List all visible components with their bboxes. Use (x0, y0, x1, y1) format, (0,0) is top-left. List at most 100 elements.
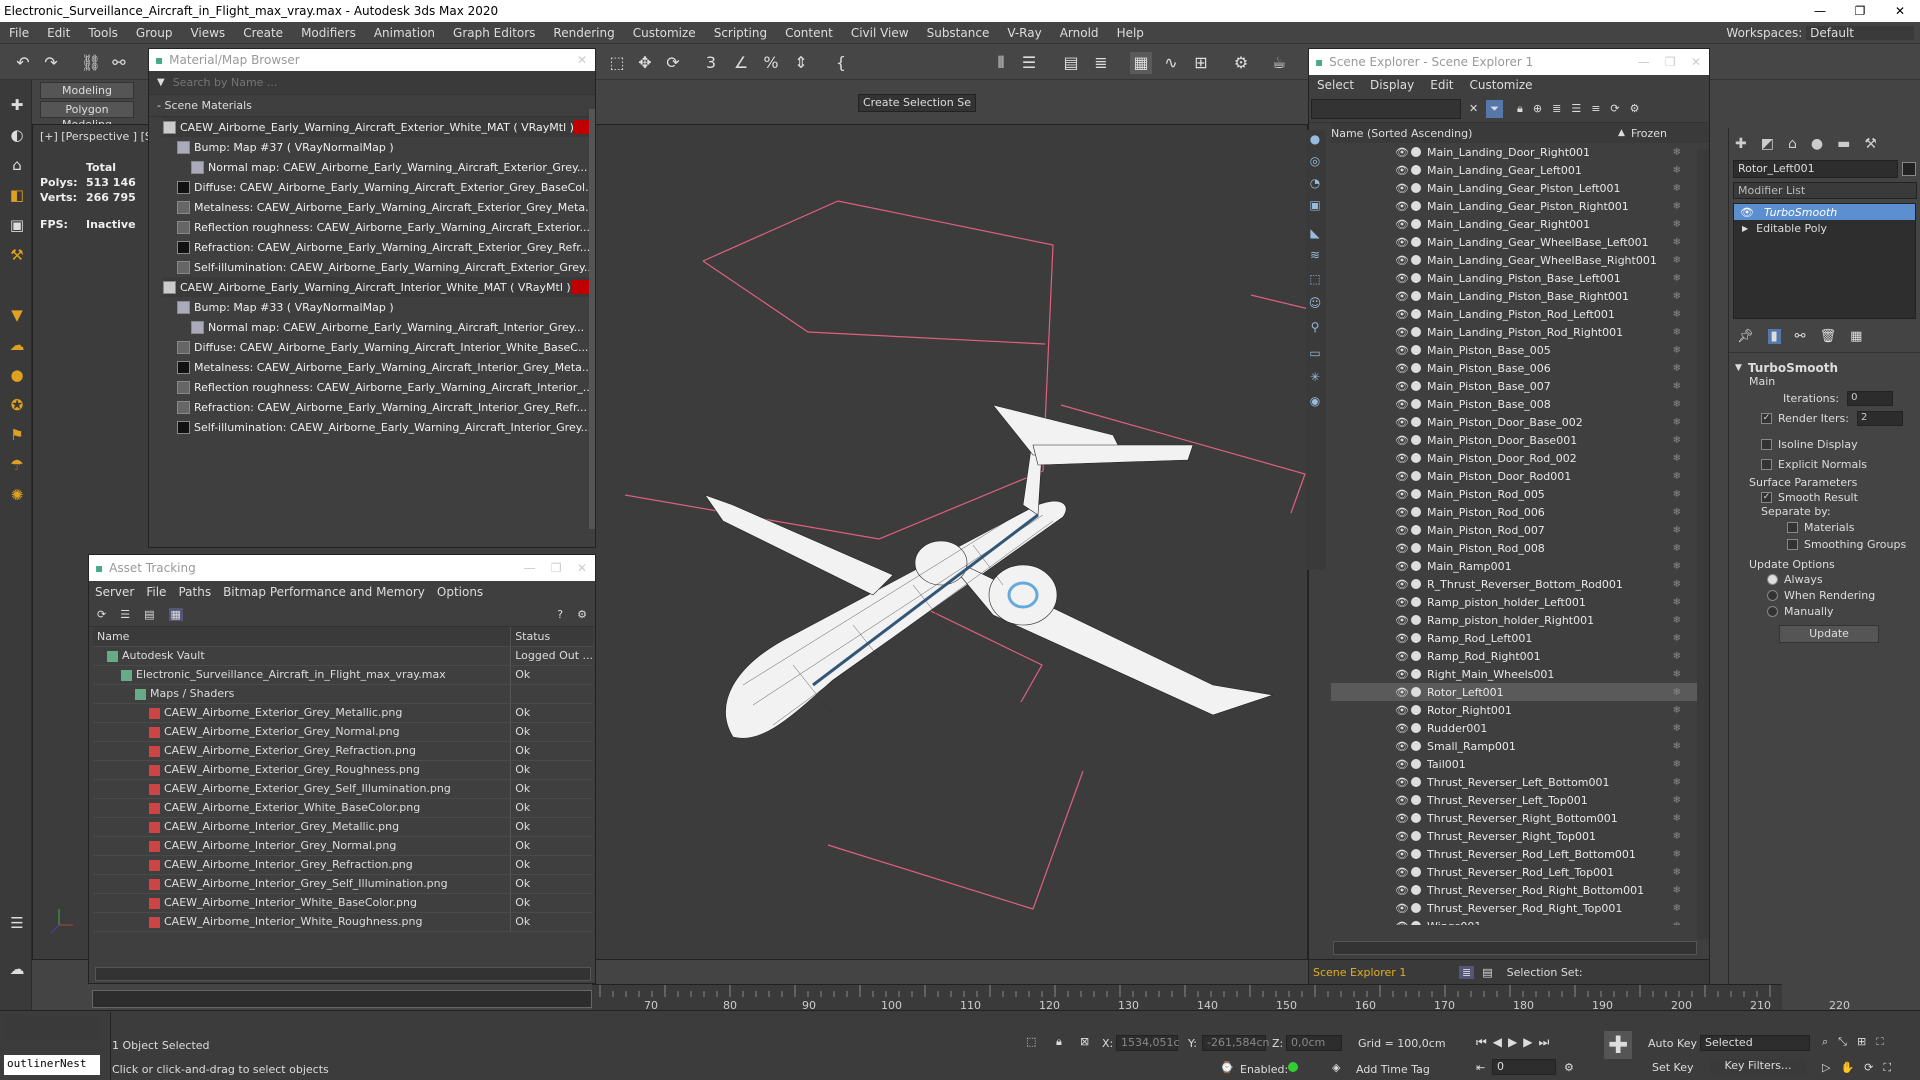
explicit-normals-checkbox[interactable] (1761, 458, 1772, 470)
render-dot-icon[interactable] (1411, 471, 1421, 481)
nav-icons-bottom[interactable]: ▷✋⟳⛶ (1822, 1061, 1901, 1075)
list-item[interactable]: 👁︎ Main_Piston_Rod_007 ❄ (1331, 521, 1709, 539)
visibility-eye-icon[interactable]: 👁︎ (1395, 704, 1409, 717)
horizontal-scrollbar[interactable] (95, 967, 591, 981)
visibility-eye-icon[interactable]: 👁︎ (1395, 308, 1409, 321)
list-item[interactable]: 👁︎ Thrust_Reverser_Right_Top001 ❄ (1331, 827, 1709, 845)
frozen-icon[interactable]: ❄ (1673, 435, 1681, 446)
visibility-eye-icon[interactable]: 👁︎ (1395, 722, 1409, 735)
visibility-eye-icon[interactable]: 👁︎ (1395, 578, 1409, 591)
settings-icon[interactable]: ⚙ (1630, 102, 1640, 115)
menu-group[interactable]: Group (127, 26, 182, 40)
at-menu-server[interactable]: Server (89, 585, 140, 599)
pin-stack-icon[interactable]: 📌︎ (1737, 329, 1754, 344)
list-item[interactable]: 👁︎ Ramp_Rod_Left001 ❄ (1331, 629, 1709, 647)
list-item[interactable]: 👁︎ Main_Piston_Base_005 ❄ (1331, 341, 1709, 359)
scene-materials-header[interactable]: - Scene Materials (149, 95, 595, 117)
render-dot-icon[interactable] (1411, 741, 1421, 751)
visibility-eye-icon[interactable]: 👁︎ (1395, 866, 1409, 879)
lights-filter-icon[interactable]: ▣ (1306, 198, 1324, 216)
se-menu-select[interactable]: Select (1309, 78, 1362, 92)
visibility-eye-icon[interactable]: 👁︎ (1395, 776, 1409, 789)
script-icon[interactable]: ☰ (6, 914, 28, 936)
list-item[interactable]: 👁︎ Wings001 ❄ (1331, 917, 1709, 925)
explorer-name-dropdown[interactable]: Scene Explorer 1 (1309, 966, 1459, 979)
render-icon[interactable]: ☕ (1268, 52, 1290, 74)
menu-content[interactable]: Content (776, 26, 842, 40)
add-time-tag[interactable]: Add Time Tag (1356, 1063, 1430, 1076)
render-dot-icon[interactable] (1411, 597, 1421, 607)
list-item[interactable]: 👁︎ Main_Landing_Gear_WheelBase_Right001 ❄ (1331, 251, 1709, 269)
object-explorer-icon[interactable]: ▤ (1482, 966, 1492, 979)
move-icon[interactable]: ✥ (634, 52, 656, 74)
update-button[interactable]: Update (1779, 625, 1879, 643)
utilities-tab-icon[interactable]: ⚒ (1864, 136, 1877, 152)
visibility-eye-icon[interactable]: 👁︎ (1395, 560, 1409, 573)
smooth-result-checkbox[interactable]: ✓ (1761, 491, 1772, 503)
y-coordinate[interactable]: -261,584cn (1202, 1035, 1269, 1051)
render-dot-icon[interactable] (1411, 291, 1421, 301)
stack-icon[interactable]: ≡ (1591, 102, 1600, 115)
menu-modifiers[interactable]: Modifiers (292, 26, 365, 40)
render-dot-icon[interactable] (1411, 903, 1421, 913)
frozen-icon[interactable]: ❄ (1673, 147, 1681, 158)
frozen-icon[interactable]: ❄ (1673, 687, 1681, 698)
list-item[interactable]: 👁︎ Main_Landing_Piston_Base_Left001 ❄ (1331, 269, 1709, 287)
modify-icon[interactable]: ◐ (6, 126, 28, 148)
display-none-icon[interactable]: ● (1306, 132, 1324, 150)
menu-graph-editors[interactable]: Graph Editors (444, 26, 544, 40)
remove-modifier-icon[interactable]: 🗑︎ (1820, 329, 1837, 344)
help-icon[interactable]: ? (557, 608, 563, 621)
frozen-icon[interactable]: ❄ (1673, 417, 1681, 428)
schematic-icon[interactable]: ⊞ (1190, 52, 1212, 74)
visibility-eye-icon[interactable]: 👁︎ (1395, 344, 1409, 357)
frozen-icon[interactable]: ❄ (1673, 723, 1681, 734)
visibility-eye-icon[interactable]: 👁︎ (1395, 218, 1409, 231)
display-tab-icon[interactable]: ▬ (1837, 136, 1850, 152)
warps-filter-icon[interactable]: ⬚ (1306, 272, 1324, 290)
list-item[interactable]: 👁︎ Main_Piston_Rod_005 ❄ (1331, 485, 1709, 503)
visibility-eye-icon[interactable]: 👁︎ (1395, 506, 1409, 519)
frozen-icon[interactable]: ❄ (1673, 759, 1681, 770)
settings-icon[interactable]: ⚙ (577, 608, 587, 621)
at-menu-options[interactable]: Options (431, 585, 489, 599)
viewport-label[interactable]: [+] [Perspective ] [St (40, 130, 156, 143)
menu-tools[interactable]: Tools (79, 26, 127, 40)
render-dot-icon[interactable] (1411, 489, 1421, 499)
table-row[interactable]: Autodesk Vault Logged Out ... (93, 646, 593, 666)
lock-selection-icon[interactable]: 🔒︎ (1056, 1035, 1062, 1049)
at-menu-file[interactable]: File (140, 585, 172, 599)
vertical-scrollbar[interactable] (1697, 149, 1709, 939)
frozen-icon[interactable]: ❄ (1673, 219, 1681, 230)
refresh-icon[interactable]: ⟳ (97, 608, 106, 621)
frozen-icon[interactable]: ❄ (1673, 255, 1681, 266)
render-dot-icon[interactable] (1411, 633, 1421, 643)
mirror-icon[interactable]: ⫴ (990, 52, 1012, 74)
spacewarps-icon[interactable]: ☂ (6, 456, 28, 478)
table-row[interactable]: CAEW_Airborne_Exterior_Grey_Normal.png Ok (93, 722, 593, 742)
tab-polygon-modeling[interactable]: Polygon Modeling (40, 101, 134, 131)
menu-civil-view[interactable]: Civil View (842, 26, 918, 40)
list-item[interactable]: 👁︎ Main_Piston_Base_007 ❄ (1331, 377, 1709, 395)
modify-tab-icon[interactable]: ◩ (1761, 136, 1774, 152)
table-row[interactable]: CAEW_Airborne_Interior_White_BaseColor.p… (93, 893, 593, 913)
visibility-eye-icon[interactable]: 👁︎ (1395, 488, 1409, 501)
render-dot-icon[interactable] (1411, 651, 1421, 661)
render-dot-icon[interactable] (1411, 777, 1421, 787)
frozen-icon[interactable]: ❄ (1673, 867, 1681, 878)
helpers-icon[interactable]: ⚑ (6, 426, 28, 448)
modifier-list-dropdown[interactable]: Modifier List (1733, 182, 1917, 199)
render-dot-icon[interactable] (1411, 255, 1421, 265)
curve-editor-icon[interactable]: ∿ (1160, 52, 1182, 74)
visibility-eye-icon[interactable]: 👁︎ (1395, 884, 1409, 897)
sync-icon[interactable]: ⟳ (1610, 102, 1619, 115)
list-item[interactable]: 👁︎ Main_Landing_Piston_Rod_Right001 ❄ (1331, 323, 1709, 341)
visibility-eye-icon[interactable]: 👁︎ (1395, 614, 1409, 627)
visibility-eye-icon[interactable]: 👁︎ (1395, 434, 1409, 447)
visibility-eye-icon[interactable]: 👁︎ (1395, 542, 1409, 555)
render-dot-icon[interactable] (1411, 417, 1421, 427)
geometry-icon[interactable]: ▼ (6, 306, 28, 328)
list-item[interactable]: 👁︎ Main_Piston_Base_006 ❄ (1331, 359, 1709, 377)
stack-item-turbosmooth[interactable]: 👁︎ TurboSmooth (1734, 204, 1915, 220)
menu-substance[interactable]: Substance (918, 26, 999, 40)
